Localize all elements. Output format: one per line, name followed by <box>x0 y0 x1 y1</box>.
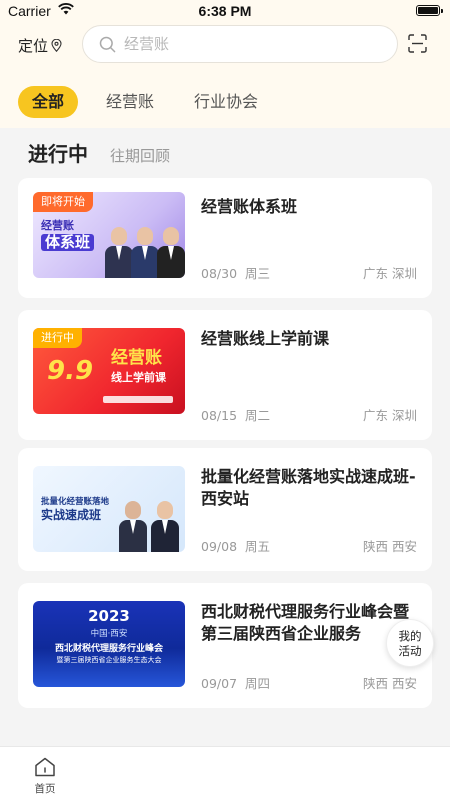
speaker-photo <box>131 227 159 278</box>
speaker-photo <box>105 227 133 278</box>
speaker-photo <box>151 501 179 552</box>
category-tabs: 全部 经营账 行业协会 <box>18 86 270 118</box>
my-activities-button[interactable]: 我的 活动 <box>386 619 434 667</box>
event-card[interactable]: 进行中 9.9 经营账 线上学前课 经营账线上学前课 08/15 周二 广东 深… <box>18 310 432 440</box>
event-title: 批量化经营账落地实战速成班-西安站 <box>201 467 416 508</box>
battery-icon <box>416 5 443 16</box>
scan-icon[interactable] <box>408 34 427 53</box>
thumbnail-subheadline: 暨第三届陕西省企业服务生态大会 <box>56 656 162 664</box>
location-button[interactable]: 定位 <box>18 35 62 56</box>
tab-ongoing[interactable]: 进行中 <box>28 138 88 167</box>
thumbnail-headline: 批量化经营账落地 实战速成班 <box>41 497 110 522</box>
status-badge: 即将开始 <box>33 192 93 212</box>
speaker-photo <box>157 227 185 278</box>
event-thumbnail: 即将开始 经营账 体系班 <box>33 192 185 278</box>
event-thumbnail: 批量化经营账落地 实战速成班 <box>33 466 185 552</box>
header-area: Carrier 6:38 PM 定位 全部 经营账 行业协会 <box>0 0 450 128</box>
speaker-photo <box>119 501 147 552</box>
clock: 6:38 PM <box>198 3 252 19</box>
event-title: 经营账线上学前课 <box>201 329 330 348</box>
tab-past-review[interactable]: 往期回顾 <box>110 145 170 166</box>
location-label: 定位 <box>18 37 49 55</box>
event-date: 08/30 周三 <box>201 266 270 281</box>
status-bar: Carrier 6:38 PM <box>0 0 450 24</box>
status-badge: 进行中 <box>33 328 82 348</box>
location-pin-icon <box>51 39 62 52</box>
tab-business-account[interactable]: 经营账 <box>94 86 166 118</box>
event-title: 经营账体系班 <box>201 197 298 216</box>
tab-industry-association[interactable]: 行业协会 <box>182 86 270 118</box>
thumbnail-city: 中国·西安 <box>90 629 128 639</box>
event-date: 09/07 周四 <box>201 676 270 691</box>
my-activities-line2: 活动 <box>398 644 422 658</box>
thumbnail-year: 2023 <box>88 607 130 625</box>
event-location: 广东 深圳 <box>363 408 417 423</box>
thumbnail-headline: 西北财税代理服务行业峰会 <box>54 644 163 654</box>
event-card[interactable]: 即将开始 经营账 体系班 经营账体系班 08/30 周三 广东 深圳 <box>18 178 432 298</box>
home-icon <box>35 757 55 777</box>
search-bar[interactable] <box>82 25 398 63</box>
event-title: 西北财税代理服务行业峰会暨第三届陕西省企业服务 <box>201 602 410 643</box>
event-location: 陕西 西安 <box>363 539 417 554</box>
search-input[interactable] <box>124 35 374 53</box>
event-location: 陕西 西安 <box>363 676 417 691</box>
nav-home-label: 首页 <box>34 783 56 795</box>
thumbnail-headline: 经营账 体系班 <box>41 220 95 252</box>
event-thumbnail: 进行中 9.9 经营账 线上学前课 <box>33 328 185 414</box>
event-location: 广东 深圳 <box>363 266 417 281</box>
event-card[interactable]: 批量化经营账落地 实战速成班 批量化经营账落地实战速成班-西安站 09/08 周… <box>18 448 432 571</box>
bottom-nav: 首页 <box>0 746 450 800</box>
tab-all[interactable]: 全部 <box>18 86 79 118</box>
event-date: 09/08 周五 <box>201 539 270 554</box>
search-icon <box>99 36 116 52</box>
my-activities-line1: 我的 <box>398 629 422 643</box>
thumbnail-big-number: 9.9 <box>47 356 94 386</box>
nav-home[interactable]: 首页 <box>26 757 64 796</box>
event-thumbnail: 2023 中国·西安 西北财税代理服务行业峰会 暨第三届陕西省企业服务生态大会 <box>33 601 185 687</box>
event-date: 08/15 周二 <box>201 408 270 423</box>
event-list: 即将开始 经营账 体系班 经营账体系班 08/30 周三 广东 深圳 进行中 9… <box>18 178 432 746</box>
event-card[interactable]: 2023 中国·西安 西北财税代理服务行业峰会 暨第三届陕西省企业服务生态大会 … <box>18 583 432 708</box>
thumbnail-headline: 经营账 线上学前课 <box>111 348 166 384</box>
status-tabs: 进行中 往期回顾 <box>28 138 170 167</box>
